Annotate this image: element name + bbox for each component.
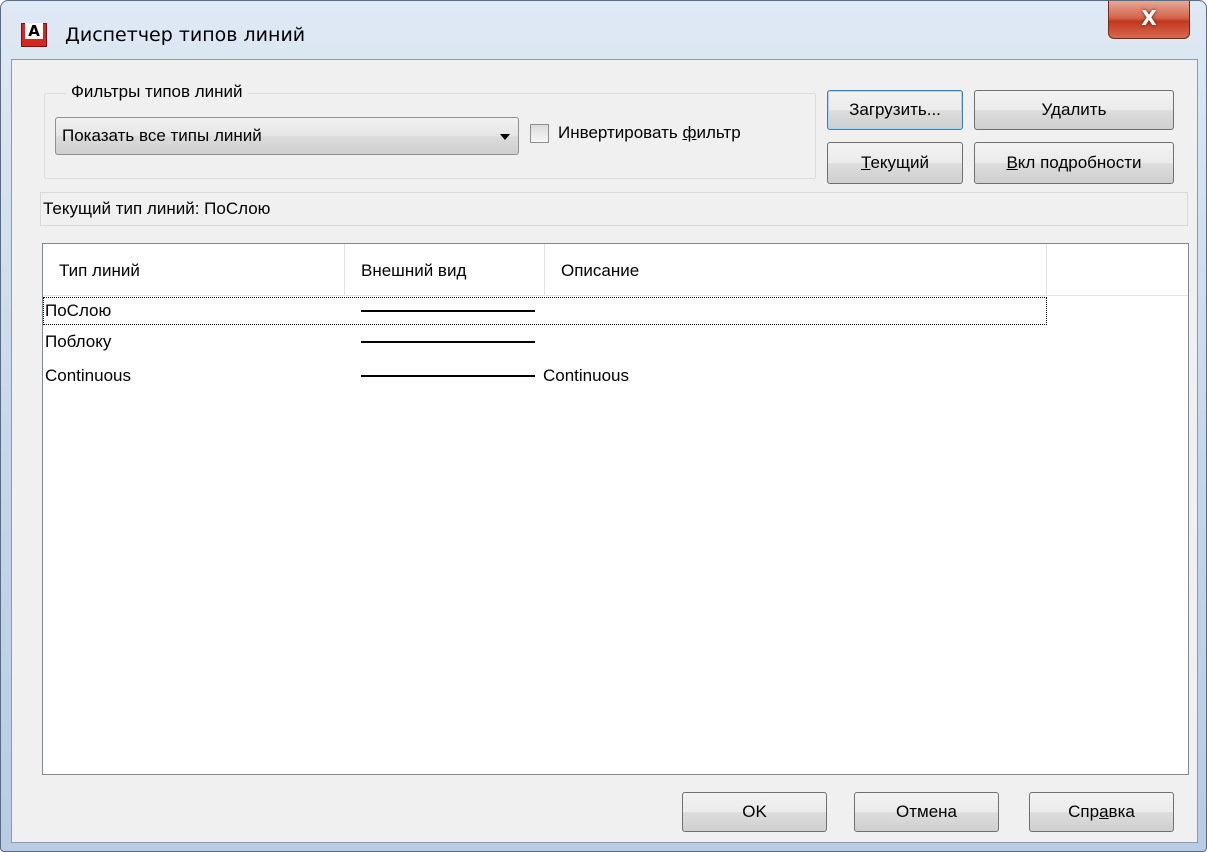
invert-filter-checkbox[interactable] [530,124,549,143]
column-header-description-label: Описание [561,261,640,280]
list-item[interactable]: ПоСлою [43,297,1047,325]
invert-filter-label[interactable]: Инвертировать фильтр [558,123,741,143]
help-label-part2: вка [1108,802,1135,821]
linetype-appearance-sample [361,310,535,312]
list-header: Тип линий Внешний вид Описание [43,244,1188,296]
invert-filter-label-part2: ильтр [696,123,741,142]
linetype-name: Continuous [45,366,132,385]
linetype-filter-dropdown[interactable]: Показать все типы линий [55,117,519,155]
list-item[interactable]: Continuous Continuous [43,362,1047,390]
column-header-appearance[interactable]: Внешний вид [345,244,545,295]
help-button[interactable]: Справка [1029,792,1174,832]
list-item[interactable]: Поблоку [43,328,1047,356]
autocad-app-icon: A [21,23,47,47]
chevron-down-icon [500,134,510,140]
linetype-name: ПоСлою [45,301,112,320]
column-header-linetype-label: Тип линий [59,261,140,280]
help-accesskey: а [1099,802,1109,821]
load-button[interactable]: Загрузить... [827,90,963,130]
linetype-appearance-sample [361,375,535,377]
set-current-button[interactable]: Текущий [827,142,963,184]
linetype-manager-window: A Диспетчер типов линий X Фильтры типов … [0,0,1207,852]
title-bar[interactable]: A Диспетчер типов линий X [1,1,1206,59]
close-icon[interactable]: X [1108,1,1190,39]
help-label-part1: Спр [1068,802,1100,821]
column-header-description[interactable]: Описание [545,244,1047,295]
column-header-appearance-label: Внешний вид [361,261,467,280]
linetype-filter-selected: Показать все типы линий [62,126,262,145]
show-details-label: кл подробности [1017,153,1142,172]
linetype-name: Поблоку [45,332,112,351]
current-linetype-field: Текущий тип линий: ПоСлою [40,192,1188,226]
invert-filter-accesskey: ф [682,123,697,142]
linetype-description: Continuous [543,366,630,385]
dialog-client-area: Фильтры типов линий Показать все типы ли… [11,59,1198,843]
app-icon-glyph: A [25,23,43,39]
set-current-label: екущий [870,153,929,172]
filters-group-label: Фильтры типов линий [66,82,248,102]
cancel-button[interactable]: Отмена [854,792,999,832]
show-details-button[interactable]: Вкл подробности [974,142,1174,184]
linetype-list[interactable]: Тип линий Внешний вид Описание ПоСлою По… [42,243,1189,775]
linetype-appearance-sample [361,341,535,343]
delete-button[interactable]: Удалить [974,90,1174,130]
ok-button[interactable]: OK [682,792,827,832]
column-header-linetype[interactable]: Тип линий [43,244,345,295]
window-title: Диспетчер типов линий [65,24,306,46]
invert-filter-label-part1: Инвертировать [558,123,683,142]
show-details-accesskey: В [1006,153,1018,172]
current-linetype-text: Текущий тип линий: ПоСлою [43,199,271,218]
